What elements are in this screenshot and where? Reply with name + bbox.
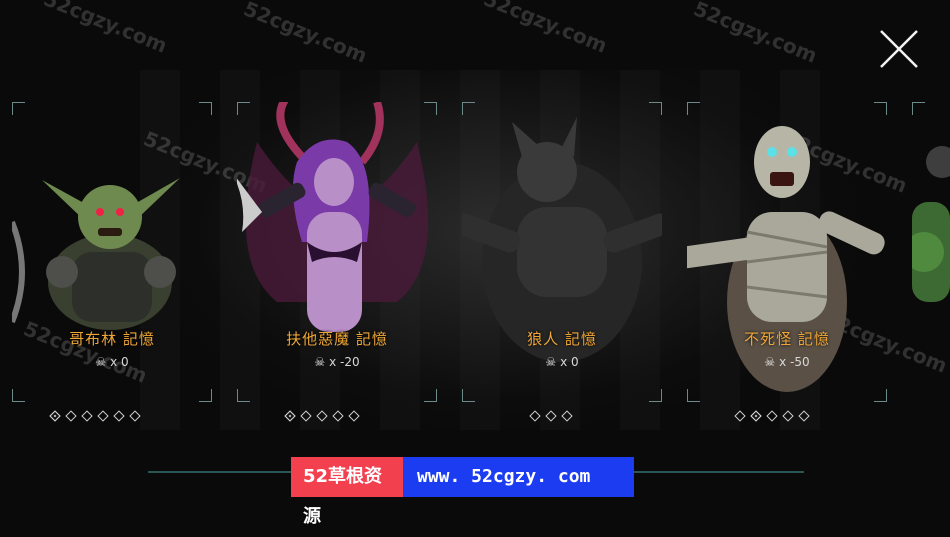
dot-indicator[interactable] (284, 410, 296, 422)
memory-card-demon[interactable]: 扶他惡魔 記憶 ☠ x -20 (237, 102, 437, 402)
dot-indicator[interactable] (561, 410, 573, 422)
watermark-text: 52cgzy.com (480, 0, 611, 58)
dot-indicator[interactable] (316, 410, 328, 422)
close-icon (880, 30, 918, 68)
kill-count: ☠ x -50 (764, 355, 810, 369)
watermark-text: 52cgzy.com (690, 0, 821, 68)
page-dots-goblin (49, 410, 141, 426)
dot-indicator[interactable] (734, 410, 746, 422)
dot-indicator[interactable] (49, 410, 61, 422)
skull-icon: ☠ (95, 355, 107, 369)
dot-indicator[interactable] (529, 410, 541, 422)
card-title: 不死怪 記憶 (744, 330, 830, 348)
frame-corner (912, 102, 925, 115)
dot-indicator[interactable] (798, 410, 810, 422)
card-title: 扶他惡魔 記憶 (286, 330, 388, 348)
kill-count: ☠ x 0 (95, 355, 129, 369)
dot-indicator[interactable] (545, 410, 557, 422)
dot-indicator[interactable] (81, 410, 93, 422)
dot-indicator[interactable] (782, 410, 794, 422)
card-title: 哥布林 記憶 (69, 330, 155, 348)
dot-indicator[interactable] (129, 410, 141, 422)
watermark-banner: 52草根资源 www. 52cgzy. com (291, 457, 634, 527)
dot-indicator[interactable] (348, 410, 360, 422)
card-title: 狼人 記憶 (527, 330, 597, 348)
memory-card-goblin[interactable]: 哥布林 記憶 ☠ x 0 (12, 102, 212, 402)
dot-indicator[interactable] (65, 410, 77, 422)
dot-indicator[interactable] (332, 410, 344, 422)
kill-count: ☠ x -20 (314, 355, 360, 369)
watermark-text: 52cgzy.com (40, 0, 171, 58)
skull-icon: ☠ (764, 355, 776, 369)
dot-indicator[interactable] (113, 410, 125, 422)
dot-indicator[interactable] (766, 410, 778, 422)
watermark-text: 52cgzy.com (240, 0, 371, 68)
dot-indicator[interactable] (750, 410, 762, 422)
skull-icon: ☠ (545, 355, 557, 369)
memory-card-werewolf[interactable]: 狼人 記憶 ☠ x 0 (462, 102, 662, 402)
orc-portrait (912, 146, 950, 302)
page-dots-werewolf (529, 410, 573, 426)
watermark-right: www. 52cgzy. com (403, 457, 634, 497)
dot-indicator[interactable] (300, 410, 312, 422)
skull-icon: ☠ (314, 355, 326, 369)
watermark-left: 52草根资源 (291, 457, 403, 527)
kill-count: ☠ x 0 (545, 355, 579, 369)
memory-card-partial[interactable] (912, 102, 950, 402)
memory-card-undead[interactable]: 不死怪 記憶 ☠ x -50 (687, 102, 887, 402)
dot-indicator[interactable] (97, 410, 109, 422)
close-button[interactable] (876, 26, 922, 72)
page-dots-demon (284, 410, 360, 426)
page-dots-undead (734, 410, 810, 426)
